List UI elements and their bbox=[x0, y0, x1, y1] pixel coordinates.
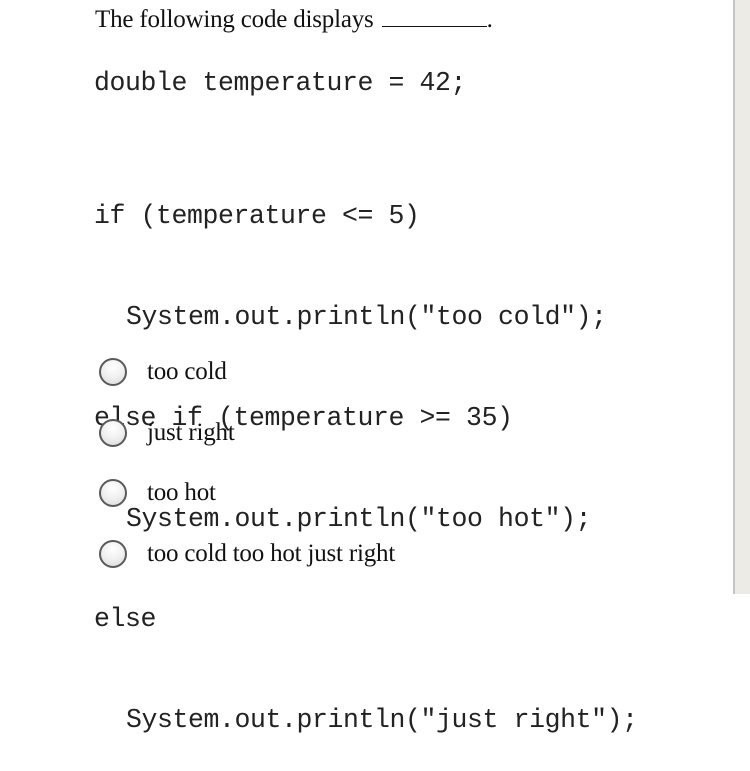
option-too-cold[interactable]: too cold bbox=[99, 357, 395, 387]
radio-button[interactable] bbox=[99, 358, 127, 386]
option-just-right[interactable]: just right bbox=[99, 418, 395, 448]
option-label[interactable]: too cold bbox=[147, 357, 227, 387]
code-line: if (temperature <= 5) bbox=[94, 201, 420, 232]
page-edge-scroll-strip bbox=[733, 0, 750, 594]
question-prompt: The following code displays. bbox=[95, 3, 493, 37]
option-label[interactable]: just right bbox=[147, 418, 235, 448]
question-text: The following code displays bbox=[95, 6, 374, 33]
radio-button[interactable] bbox=[99, 539, 127, 568]
option-label[interactable]: too cold too hot just right bbox=[147, 539, 395, 569]
code-line: else bbox=[94, 604, 157, 635]
radio-button[interactable] bbox=[99, 418, 127, 447]
answer-options: too cold just right too hot too cold too… bbox=[99, 357, 395, 599]
question-end-punct: . bbox=[486, 6, 493, 33]
radio-button[interactable] bbox=[99, 479, 127, 507]
code-line: System.out.println("too cold"); bbox=[126, 301, 607, 332]
answer-blank bbox=[381, 4, 487, 27]
option-all-three[interactable]: too cold too hot just right bbox=[99, 539, 395, 569]
option-too-hot[interactable]: too hot bbox=[99, 478, 395, 508]
option-label[interactable]: too hot bbox=[147, 478, 216, 508]
code-declaration: double temperature = 42; bbox=[94, 68, 467, 98]
code-line: System.out.println("just right"); bbox=[126, 705, 638, 736]
